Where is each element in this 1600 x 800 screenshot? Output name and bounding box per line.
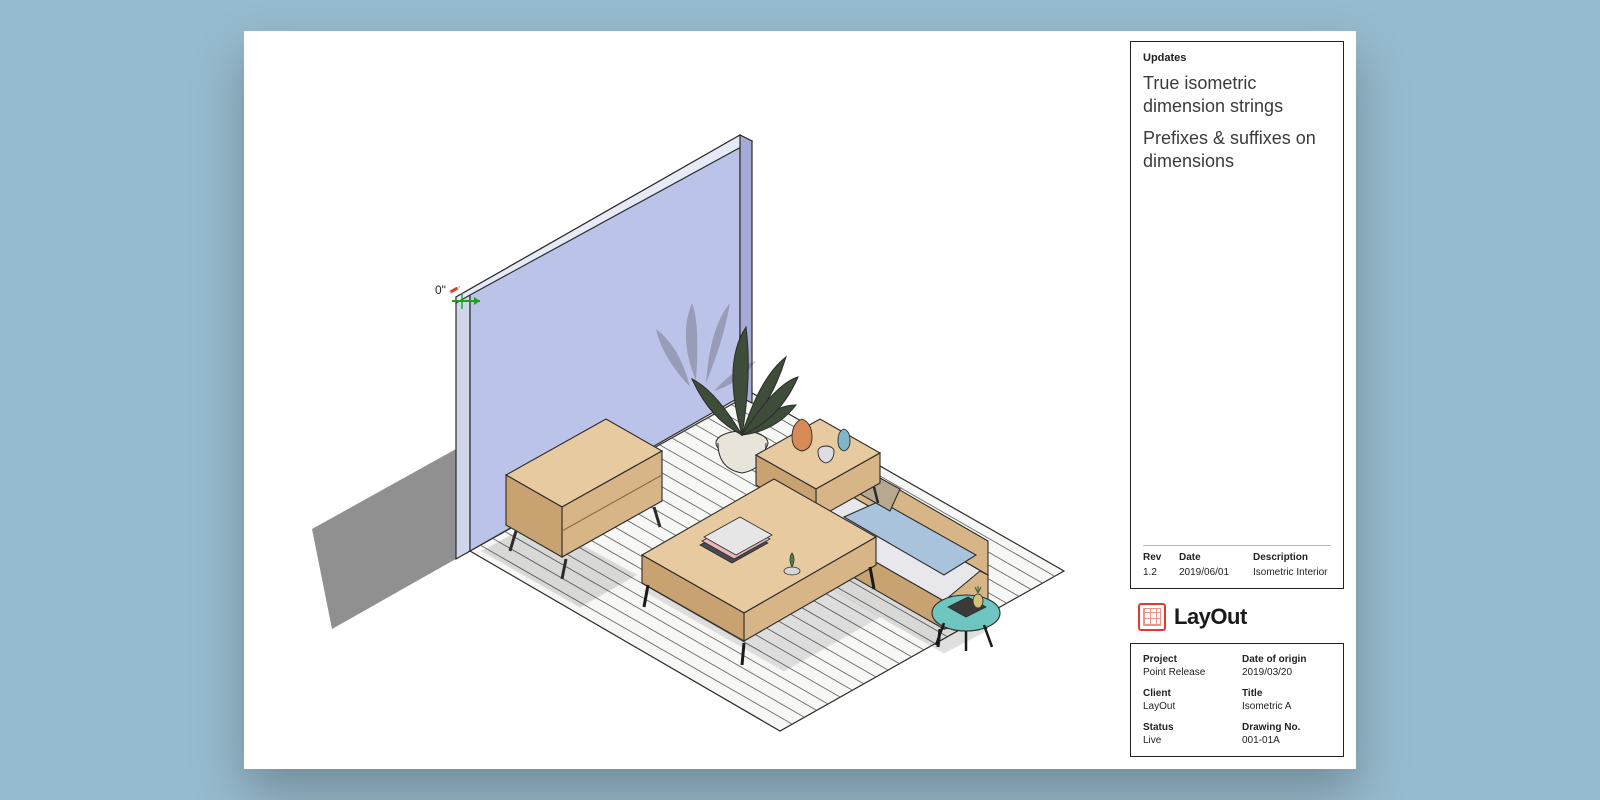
rev-header: Description [1253,552,1331,563]
drawing-sheet: 0" Updates True isometric dimension stri… [244,31,1356,769]
layout-app-icon [1138,603,1166,631]
isometric-scene [244,31,1130,769]
updates-panel: Updates True isometric dimension strings… [1130,41,1344,589]
drawing-canvas[interactable]: 0" [244,31,1130,769]
dimension-tool-readout[interactable]: 0" [435,283,462,297]
rev-header: Date [1179,552,1247,563]
meta-client: Client LayOut [1143,688,1232,712]
brand-block: LayOut [1130,599,1344,633]
pencil-icon [445,280,464,299]
meta-drawing-no: Drawing No. 001-01A [1242,722,1331,746]
rev-header: Rev [1143,552,1173,563]
rev-cell: 1.2 [1143,567,1173,578]
wall-shadow [312,449,470,629]
meta-status: Status Live [1143,722,1232,746]
dimension-value: 0" [435,283,446,297]
updates-heading: Updates [1143,52,1331,64]
meta-panel: Project Point Release Date of origin 201… [1130,643,1344,757]
feature-item: Prefixes & suffixes on dimensions [1143,127,1331,172]
meta-date-origin: Date of origin 2019/03/20 [1242,654,1331,678]
feature-item: True isometric dimension strings [1143,72,1331,117]
title-block-sidebar: Updates True isometric dimension strings… [1130,31,1356,769]
rev-cell: Isometric Interior [1253,567,1331,578]
meta-project: Project Point Release [1143,654,1232,678]
rev-cell: 2019/06/01 [1179,567,1247,578]
revision-table: Rev Date Description 1.2 2019/06/01 Isom… [1143,545,1331,578]
meta-title: Title Isometric A [1242,688,1331,712]
brand-name: LayOut [1174,604,1247,630]
